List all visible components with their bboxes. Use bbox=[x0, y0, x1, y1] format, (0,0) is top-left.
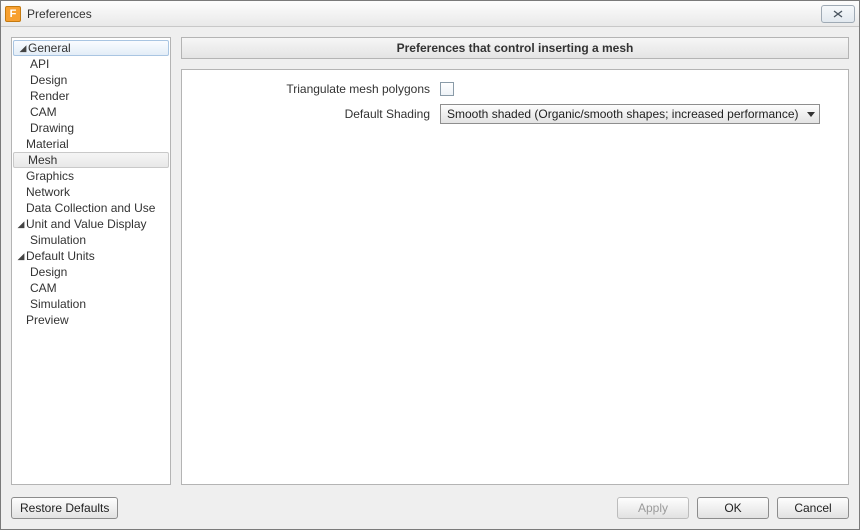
preferences-window: F Preferences ◢GeneralAPIDesignRenderCAM… bbox=[0, 0, 860, 530]
section-body: Triangulate mesh polygons Default Shadin… bbox=[181, 69, 849, 485]
tree-item-label: API bbox=[30, 57, 49, 71]
tree-item-label: Drawing bbox=[30, 121, 74, 135]
content-pane: Preferences that control inserting a mes… bbox=[181, 37, 849, 485]
tree-item-label: Graphics bbox=[26, 169, 74, 183]
tree-item-cam[interactable]: CAM bbox=[12, 104, 170, 120]
window-title: Preferences bbox=[27, 7, 821, 21]
tree-item-general[interactable]: ◢General bbox=[13, 40, 169, 56]
default-shading-select[interactable]: Smooth shaded (Organic/smooth shapes; in… bbox=[440, 104, 820, 124]
tree-item-preview[interactable]: Preview bbox=[12, 312, 170, 328]
tree-item-graphics[interactable]: Graphics bbox=[12, 168, 170, 184]
footer: Restore Defaults Apply OK Cancel bbox=[1, 491, 859, 529]
tree-item-label: Mesh bbox=[28, 153, 57, 167]
tree-item-label: Unit and Value Display bbox=[26, 217, 147, 231]
twisty-icon[interactable]: ◢ bbox=[16, 251, 26, 262]
triangulate-checkbox[interactable] bbox=[440, 82, 454, 96]
tree-item-drawing[interactable]: Drawing bbox=[12, 120, 170, 136]
tree-item-simulation[interactable]: Simulation bbox=[12, 296, 170, 312]
tree-item-render[interactable]: Render bbox=[12, 88, 170, 104]
tree-item-unit-and-value-display[interactable]: ◢Unit and Value Display bbox=[12, 216, 170, 232]
tree-item-network[interactable]: Network bbox=[12, 184, 170, 200]
app-icon: F bbox=[5, 6, 21, 22]
tree-item-design[interactable]: Design bbox=[12, 72, 170, 88]
restore-defaults-button[interactable]: Restore Defaults bbox=[11, 497, 118, 519]
close-button[interactable] bbox=[821, 5, 855, 23]
tree-item-label: Simulation bbox=[30, 233, 86, 247]
twisty-icon[interactable]: ◢ bbox=[18, 43, 28, 54]
tree-item-api[interactable]: API bbox=[12, 56, 170, 72]
tree-item-label: CAM bbox=[30, 105, 57, 119]
tree-item-cam[interactable]: CAM bbox=[12, 280, 170, 296]
tree-item-label: Material bbox=[26, 137, 69, 151]
tree-item-label: Render bbox=[30, 89, 69, 103]
nav-tree[interactable]: ◢GeneralAPIDesignRenderCAMDrawingMateria… bbox=[11, 37, 171, 485]
tree-item-label: Default Units bbox=[26, 249, 95, 263]
apply-button[interactable]: Apply bbox=[617, 497, 689, 519]
cancel-button[interactable]: Cancel bbox=[777, 497, 849, 519]
tree-item-data-collection-and-use[interactable]: Data Collection and Use bbox=[12, 200, 170, 216]
tree-item-mesh[interactable]: Mesh bbox=[13, 152, 169, 168]
tree-item-label: Preview bbox=[26, 313, 69, 327]
titlebar: F Preferences bbox=[1, 1, 859, 27]
close-icon bbox=[831, 9, 845, 19]
tree-item-material[interactable]: Material bbox=[12, 136, 170, 152]
tree-item-simulation[interactable]: Simulation bbox=[12, 232, 170, 248]
tree-item-label: Data Collection and Use bbox=[26, 201, 155, 215]
row-triangulate: Triangulate mesh polygons bbox=[200, 82, 830, 96]
tree-item-label: Design bbox=[30, 265, 67, 279]
default-shading-label: Default Shading bbox=[200, 107, 440, 121]
row-default-shading: Default Shading Smooth shaded (Organic/s… bbox=[200, 104, 830, 124]
tree-item-label: General bbox=[28, 41, 71, 55]
tree-item-label: CAM bbox=[30, 281, 57, 295]
section-header: Preferences that control inserting a mes… bbox=[181, 37, 849, 59]
tree-item-label: Design bbox=[30, 73, 67, 87]
tree-item-label: Simulation bbox=[30, 297, 86, 311]
tree-item-default-units[interactable]: ◢Default Units bbox=[12, 248, 170, 264]
tree-item-label: Network bbox=[26, 185, 70, 199]
chevron-down-icon bbox=[807, 112, 815, 117]
default-shading-value: Smooth shaded (Organic/smooth shapes; in… bbox=[447, 107, 799, 121]
twisty-icon[interactable]: ◢ bbox=[16, 219, 26, 230]
ok-button[interactable]: OK bbox=[697, 497, 769, 519]
tree-item-design[interactable]: Design bbox=[12, 264, 170, 280]
triangulate-label: Triangulate mesh polygons bbox=[200, 82, 440, 96]
